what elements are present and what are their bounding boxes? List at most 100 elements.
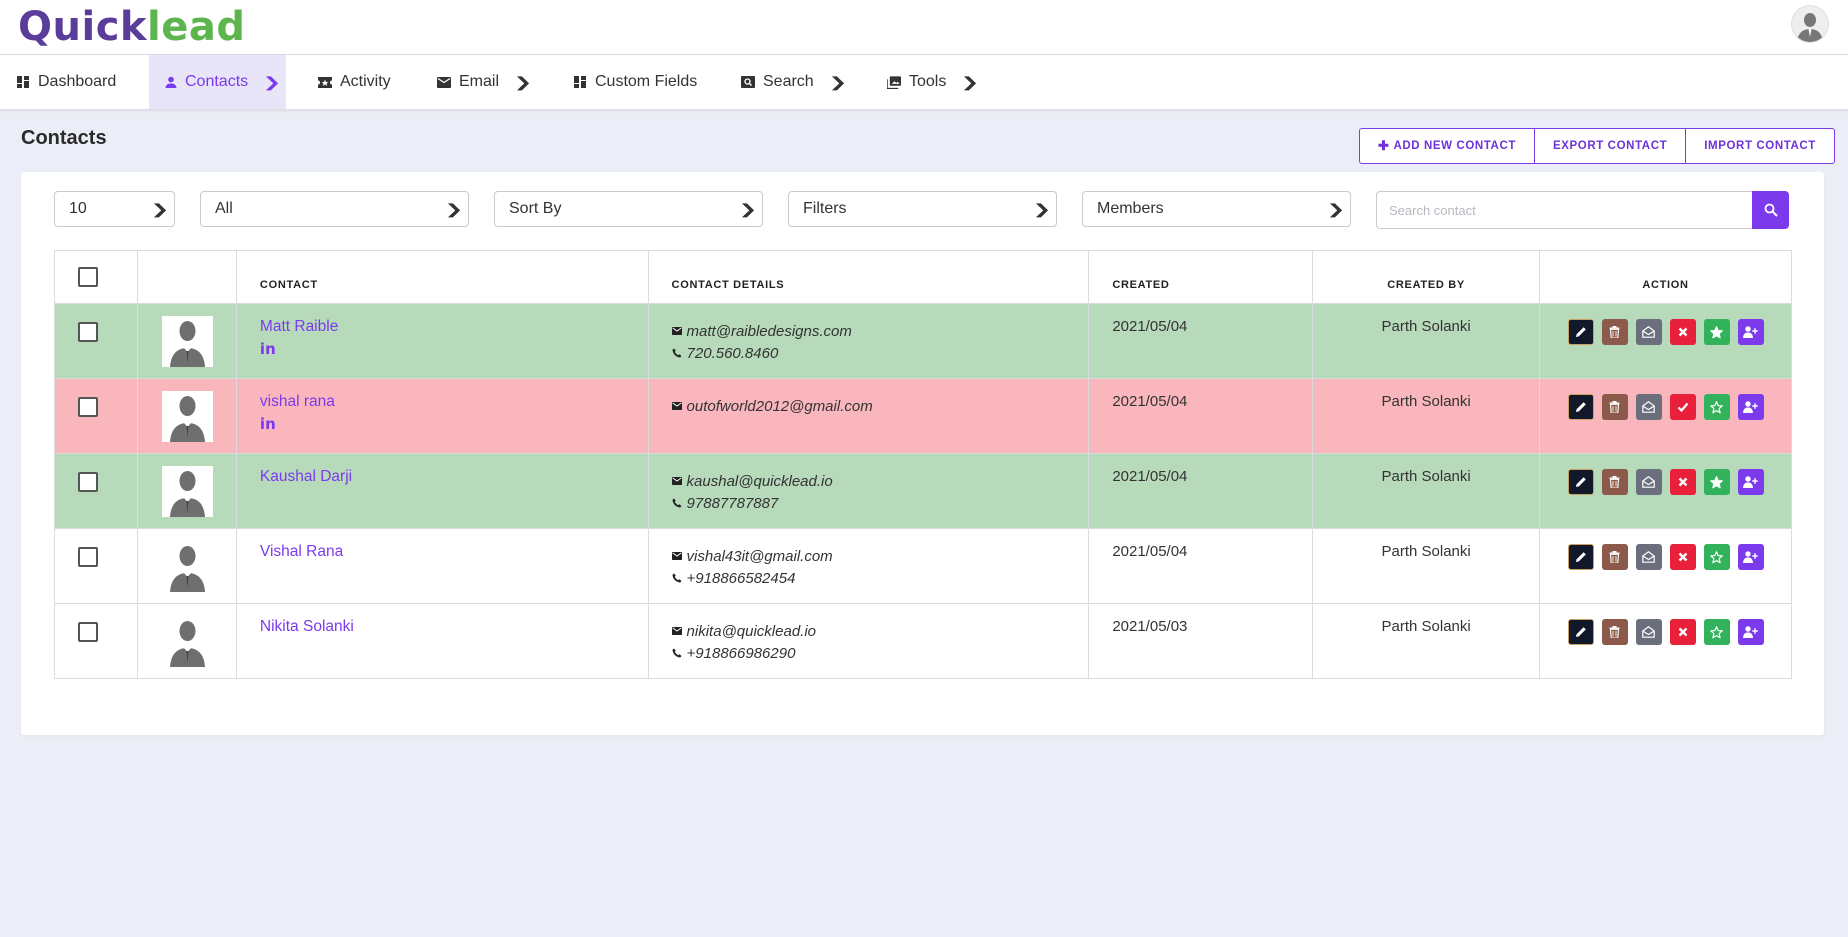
contact-email-text: vishal43it@gmail.com	[686, 547, 833, 565]
brand-logo[interactable]: Quicklead	[18, 4, 245, 50]
action-header: ACTION	[1539, 250, 1792, 304]
members-select[interactable]: Members ❯	[1082, 191, 1351, 227]
open-email-button[interactable]	[1635, 544, 1662, 570]
chevron-down-icon: ❯	[262, 73, 282, 90]
assign-user-button[interactable]	[1737, 619, 1764, 645]
row-created-by-cell: Parth Solanki	[1312, 528, 1541, 604]
star-icon	[1710, 625, 1723, 638]
open-email-button[interactable]	[1635, 394, 1662, 420]
contact-name-link[interactable]: Vishal Rana	[260, 543, 625, 561]
contact-name-link[interactable]: Kaushal Darji	[260, 468, 625, 486]
row-checkbox[interactable]	[78, 322, 98, 342]
created-header: CREATED	[1088, 250, 1314, 304]
contacts-card: 10 ❯ All ❯ Sort By ❯ Filters ❯ Members ❯…	[21, 172, 1824, 735]
table-row: Kaushal Darji kaushal@quicklead.io 9788778…	[54, 453, 1792, 529]
contact-email-text: outofworld2012@gmail.com	[686, 397, 873, 415]
row-contact-cell: Nikita Solanki	[235, 603, 649, 679]
status-toggle-button[interactable]	[1669, 319, 1696, 345]
delete-button[interactable]	[1601, 619, 1628, 645]
export-contact-label: EXPORT CONTACT	[1553, 140, 1668, 152]
row-checkbox[interactable]	[78, 622, 98, 642]
table-header-row: CONTACT CONTACT DETAILS CREATED CREATED …	[54, 250, 1792, 304]
edit-button[interactable]	[1567, 469, 1594, 495]
contact-email: kaushal@quicklead.io	[671, 470, 1066, 492]
user-plus-icon	[1743, 476, 1758, 488]
contact-photo-icon	[161, 466, 213, 517]
filters-select[interactable]: Filters ❯	[788, 191, 1057, 227]
chevron-down-icon: ❯	[444, 201, 464, 217]
contact-name-link[interactable]: vishal rana	[260, 393, 625, 411]
top-header: Quicklead	[0, 0, 1848, 55]
select-all-checkbox[interactable]	[78, 267, 98, 287]
check-icon	[1677, 402, 1688, 413]
row-contact-cell: Kaushal Darji	[235, 453, 649, 529]
open-email-button[interactable]	[1635, 619, 1662, 645]
search-input[interactable]	[1376, 191, 1754, 229]
status-toggle-button[interactable]	[1669, 619, 1696, 645]
nav-item-tools[interactable]: Tools ❯	[871, 55, 992, 109]
linkedin-icon[interactable]: in	[260, 415, 625, 433]
assign-user-button[interactable]	[1737, 544, 1764, 570]
search-button[interactable]	[1752, 191, 1789, 229]
delete-button[interactable]	[1601, 544, 1628, 570]
scope-value: All	[215, 200, 233, 217]
nav-item-contacts[interactable]: Contacts ❯	[149, 55, 286, 109]
nav-label-search: Search	[763, 73, 814, 90]
status-toggle-button[interactable]	[1669, 469, 1696, 495]
delete-button[interactable]	[1601, 394, 1628, 420]
edit-button[interactable]	[1567, 544, 1594, 570]
contact-name-link[interactable]: Matt Raible	[260, 318, 625, 336]
dashboard-icon	[16, 75, 30, 89]
open-email-button[interactable]	[1635, 469, 1662, 495]
chevron-down-icon: ❯	[960, 73, 980, 90]
contact-photo-icon	[161, 316, 213, 367]
assign-user-button[interactable]	[1737, 319, 1764, 345]
favorite-button[interactable]	[1703, 619, 1730, 645]
close-icon	[1678, 627, 1687, 637]
brand-logo-part2: lead	[147, 4, 246, 50]
scope-select[interactable]: All ❯	[200, 191, 469, 227]
user-plus-icon	[1743, 551, 1758, 563]
assign-user-button[interactable]	[1737, 394, 1764, 420]
favorite-button[interactable]	[1703, 319, 1730, 345]
export-contact-button[interactable]: EXPORT CONTACT	[1535, 129, 1687, 163]
nav-item-email[interactable]: Email ❯	[421, 55, 545, 109]
linkedin-icon[interactable]: in	[260, 340, 625, 358]
delete-button[interactable]	[1601, 469, 1628, 495]
row-actions-cell	[1539, 303, 1792, 379]
edit-button[interactable]	[1567, 394, 1594, 420]
page-size-select[interactable]: 10 ❯	[54, 191, 175, 227]
contact-email-text: kaushal@quicklead.io	[686, 472, 833, 490]
edit-button[interactable]	[1567, 319, 1594, 345]
row-checkbox[interactable]	[78, 472, 98, 492]
pencil-icon	[1575, 627, 1586, 637]
edit-button[interactable]	[1567, 619, 1594, 645]
nav-item-dashboard[interactable]: Dashboard	[0, 55, 132, 109]
import-contact-button[interactable]: IMPORT CONTACT	[1686, 129, 1834, 163]
table-row: vishal rana in outofworld2012@gmail.com 202…	[54, 378, 1792, 454]
favorite-button[interactable]	[1703, 469, 1730, 495]
row-select-cell	[54, 528, 138, 604]
status-toggle-button[interactable]	[1669, 394, 1696, 420]
nav-item-search[interactable]: Search ❯	[725, 55, 859, 109]
assign-user-button[interactable]	[1737, 469, 1764, 495]
nav-item-activity[interactable]: Activity	[302, 55, 407, 109]
mail-icon	[671, 326, 682, 336]
delete-button[interactable]	[1601, 319, 1628, 345]
pencil-icon	[1575, 327, 1586, 337]
nav-label-custom-fields: Custom Fields	[595, 73, 698, 90]
add-new-contact-button[interactable]: ✚ ADD NEW CONTACT	[1360, 129, 1535, 163]
close-icon	[1678, 327, 1687, 337]
nav-item-custom-fields[interactable]: Custom Fields	[557, 55, 713, 109]
status-toggle-button[interactable]	[1669, 544, 1696, 570]
user-avatar[interactable]	[1792, 6, 1828, 42]
contact-photo	[161, 616, 213, 667]
favorite-button[interactable]	[1703, 544, 1730, 570]
contact-phone-text: +918866582454	[686, 569, 796, 587]
open-email-button[interactable]	[1635, 319, 1662, 345]
contact-name-link[interactable]: Nikita Solanki	[260, 618, 625, 636]
row-checkbox[interactable]	[78, 397, 98, 417]
row-checkbox[interactable]	[78, 547, 98, 567]
sort-by-select[interactable]: Sort By ❯	[494, 191, 763, 227]
favorite-button[interactable]	[1703, 394, 1730, 420]
